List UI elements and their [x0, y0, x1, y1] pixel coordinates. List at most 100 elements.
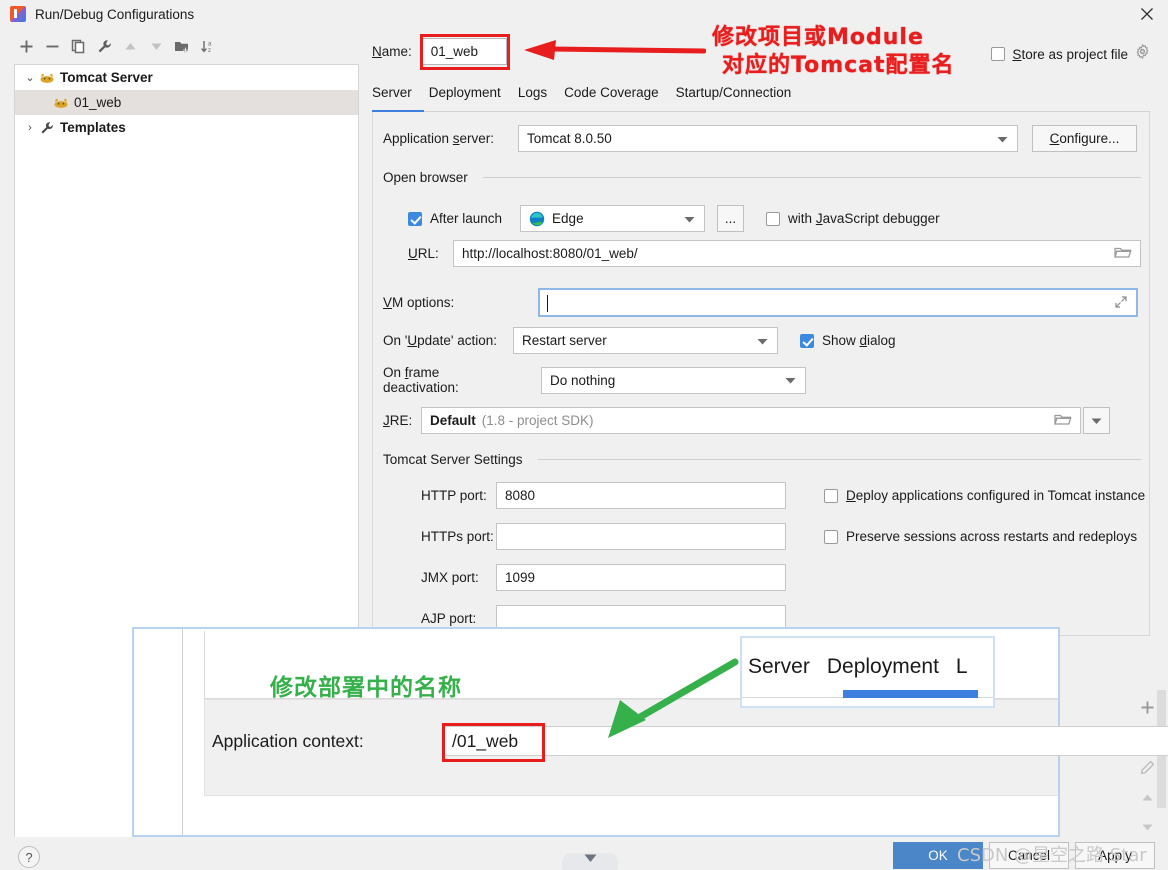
after-launch-checkbox[interactable] [408, 211, 422, 226]
tree-item-label: 01_web [74, 95, 122, 110]
name-input[interactable]: 01_web [421, 38, 507, 65]
green-annotation: 修改部署中的名称 [270, 675, 462, 701]
application-server-combo[interactable]: Tomcat 8.0.50 [518, 125, 1018, 152]
browser-combo[interactable]: Edge [520, 205, 706, 232]
tomcat-icon [39, 71, 55, 85]
tomcat-server-settings-group-line [538, 459, 1141, 460]
close-icon[interactable] [1134, 2, 1160, 26]
tree-item-label: Templates [60, 120, 126, 135]
tree-item-01-web[interactable]: 01_web [15, 90, 358, 115]
jre-row: JRE: Default (1.8 - project SDK) [383, 407, 1110, 434]
preserve-sessions-label: Preserve sessions across restarts and re… [846, 529, 1138, 544]
folder-icon[interactable] [1054, 412, 1072, 431]
after-launch-row: After launch Edge ... with JavaScript de… [408, 205, 940, 232]
application-context-highlight-box [442, 723, 545, 762]
expand-icon[interactable] [1114, 295, 1128, 314]
folder-icon[interactable] [1114, 245, 1132, 264]
vm-options-input[interactable] [538, 288, 1138, 317]
application-server-row: Application server: Tomcat 8.0.50 Config… [383, 125, 1137, 152]
tab-bar: Server Deployment Logs Code Coverage Sta… [372, 85, 1152, 111]
jre-input[interactable]: Default (1.8 - project SDK) [421, 407, 1081, 434]
collapse-panel-button[interactable] [562, 853, 618, 870]
help-button[interactable]: ? [18, 846, 40, 868]
inset-divider [182, 629, 183, 835]
http-port-label: HTTP port: [421, 488, 487, 503]
browse-browser-button[interactable]: ... [717, 205, 745, 232]
store-as-project-file-label: Store as project file [1012, 46, 1128, 62]
tree-item-templates[interactable]: › Templates [15, 115, 358, 140]
tab-deployment[interactable]: Deployment [429, 85, 501, 103]
tab-logs[interactable]: Logs [518, 85, 547, 103]
name-label: Name: [372, 44, 412, 59]
chevron-down-icon [584, 854, 596, 862]
edge-browser-icon [529, 211, 545, 227]
preserve-sessions-checkbox[interactable] [824, 529, 838, 544]
deploy-applications-checkbox[interactable] [824, 488, 838, 503]
red-annotation-line2: 对应的Tomcat配置名 [722, 53, 955, 78]
intellij-idea-icon [10, 6, 26, 22]
store-as-project-file-row: Store as project file [991, 43, 1150, 64]
url-row: URL: http://localhost:8080/01_web/ [408, 240, 1141, 267]
on-update-action-row: On 'Update' action: Restart server Show … [383, 327, 896, 354]
title-bar: Run/Debug Configurations [0, 0, 1168, 28]
inset-mini-tabs: Server Deployment L [748, 655, 968, 679]
sort-configurations-button[interactable]: a z [196, 34, 220, 58]
inset-tab-logs[interactable]: L [956, 655, 968, 679]
chevron-down-icon [684, 211, 695, 226]
artifact-list-toolbar [1132, 694, 1162, 842]
show-dialog-checkbox[interactable] [800, 333, 814, 348]
open-browser-group-line [483, 177, 1141, 178]
red-annotation-line1: 修改项目或Module [712, 25, 924, 50]
green-arrow-icon [608, 658, 739, 738]
store-as-project-file-checkbox[interactable] [991, 47, 1006, 61]
tab-code-coverage[interactable]: Code Coverage [564, 85, 659, 103]
svg-text:z: z [208, 48, 211, 54]
add-configuration-button[interactable] [14, 34, 38, 58]
new-folder-button[interactable] [170, 34, 194, 58]
configure-button[interactable]: Configure... [1032, 125, 1137, 152]
application-context-label: Application context: [212, 731, 364, 751]
move-artifact-down-button[interactable] [1134, 814, 1160, 840]
js-debugger-label: with JavaScript debugger [788, 211, 940, 226]
https-port-input[interactable] [496, 523, 786, 550]
tomcat-icon [53, 96, 69, 110]
svg-text:a: a [208, 41, 212, 47]
gear-icon[interactable] [1135, 43, 1150, 64]
vm-options-row: VM options: [383, 288, 1138, 317]
edit-templates-wrench-icon[interactable] [92, 34, 116, 58]
application-context-input[interactable] [443, 726, 1168, 756]
on-frame-deactivation-combo[interactable]: Do nothing [541, 366, 806, 394]
pencil-icon[interactable] [1134, 754, 1160, 780]
inset-tab-active-indicator [843, 690, 978, 698]
http-port-row: HTTP port: 8080 Deploy applications conf… [421, 482, 1145, 509]
copy-configuration-button[interactable] [66, 34, 90, 58]
configurations-toolbar: a z [0, 30, 360, 62]
on-frame-deactivation-row: On frame deactivation: Do nothing [383, 365, 806, 395]
remove-configuration-button[interactable] [40, 34, 64, 58]
chevron-down-icon [1091, 413, 1102, 428]
on-update-action-combo[interactable]: Restart server [513, 327, 778, 354]
open-browser-group-label: Open browser [383, 170, 468, 185]
url-input[interactable]: http://localhost:8080/01_web/ [453, 240, 1141, 267]
move-up-button[interactable] [118, 34, 142, 58]
chevron-down-icon[interactable]: ⌄ [21, 71, 39, 84]
inset-tab-deployment[interactable]: Deployment [827, 655, 939, 679]
js-debugger-checkbox[interactable] [766, 211, 781, 226]
http-port-input[interactable]: 8080 [496, 482, 786, 509]
move-down-button[interactable] [144, 34, 168, 58]
move-artifact-up-button[interactable] [1134, 784, 1160, 810]
tree-item-tomcat-server[interactable]: ⌄ Tomcat Server [15, 65, 358, 90]
add-artifact-button[interactable] [1134, 694, 1160, 720]
tab-startup-connection[interactable]: Startup/Connection [676, 85, 792, 103]
chevron-down-icon [785, 373, 796, 388]
jre-dropdown-button[interactable] [1083, 407, 1110, 434]
chevron-right-icon[interactable]: › [21, 122, 39, 134]
tab-server[interactable]: Server [372, 85, 412, 103]
inset-tab-server[interactable]: Server [748, 655, 810, 679]
ajp-port-label: AJP port: [421, 611, 477, 626]
jmx-port-input[interactable]: 1099 [496, 564, 786, 591]
chevron-down-icon [757, 333, 768, 348]
https-port-row: HTTPs port: Preserve sessions across res… [421, 523, 1137, 550]
red-left-arrow-icon [524, 40, 706, 60]
application-server-label: Application server: [383, 131, 495, 146]
